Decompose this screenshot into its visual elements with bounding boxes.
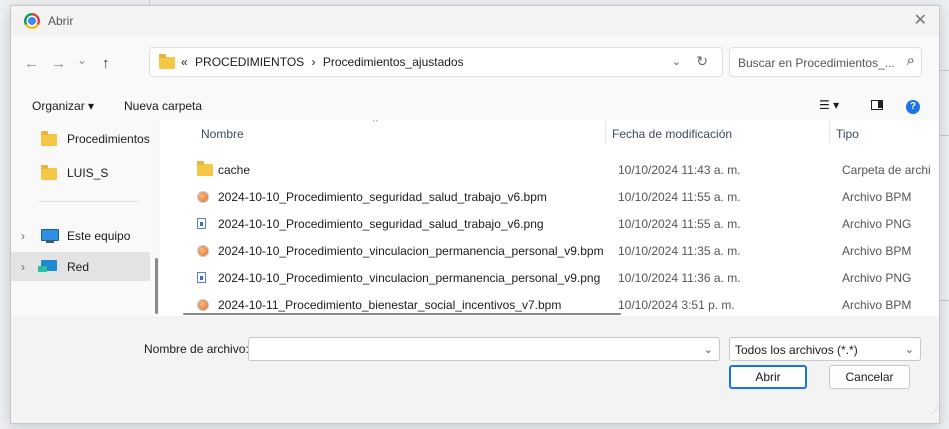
chevron-down-icon[interactable]: ⌄ [672,55,681,68]
cancel-button[interactable]: Cancelar [829,365,910,389]
bpm-file-icon [197,191,209,203]
file-date: 10/10/2024 11:43 a. m. [618,163,741,177]
bpm-file-icon [197,245,209,257]
back-arrow-icon[interactable]: ← [24,56,39,72]
sidebar-item-luis-s[interactable]: LUIS_S [11,158,150,187]
file-type: Carpeta de archi [842,163,931,177]
file-type: Archivo BPM [842,190,912,204]
file-date: 10/10/2024 11:36 a. m. [618,271,741,285]
filename-label: Nombre de archivo: [144,342,249,356]
file-row[interactable]: 2024-10-10_Procedimiento_seguridad_salud… [159,210,939,237]
open-button[interactable]: Abrir [729,365,807,389]
file-name: 2024-10-10_Procedimiento_vinculacion_per… [218,271,601,285]
file-row[interactable]: 2024-10-10_Procedimiento_vinculacion_per… [159,264,939,291]
title-bar: Abrir ✕ [11,6,939,36]
computer-icon [41,229,59,243]
search-placeholder: Buscar en Procedimientos_... [738,56,895,70]
folder-icon [197,161,213,176]
resize-grip-icon[interactable]: ⋰ [931,406,939,415]
preview-pane-icon[interactable] [871,100,883,110]
file-date: 10/10/2024 3:51 p. m. [618,298,735,312]
file-name: 2024-10-10_Procedimiento_vinculacion_per… [218,244,604,258]
column-divider[interactable] [829,122,830,144]
filename-field[interactable]: ⌄ [248,337,720,361]
chrome-icon [24,13,40,29]
file-type-value: Todos los archivos (*.*) [735,343,858,357]
sidebar-item-red[interactable]: › Red [11,252,150,281]
close-button[interactable]: ✕ [914,10,927,30]
sort-ascending-icon: ^ [373,120,378,128]
help-icon[interactable]: ? [906,100,920,114]
network-icon [38,260,57,272]
folder-icon [159,54,175,69]
breadcrumb-separator: › [311,55,316,69]
sidebar-item-procedimientos[interactable]: Procedimientos [11,124,150,153]
sidebar-item-label: LUIS_S [67,166,109,180]
file-type: Archivo PNG [842,271,912,285]
sidebar-scrollbar[interactable] [155,258,158,314]
file-type: Archivo BPM [842,298,912,312]
file-name: 2024-10-10_Procedimiento_seguridad_salud… [218,190,547,204]
sidebar-item-label: Este equipo [67,229,131,243]
breadcrumb-procedimientos-ajustados[interactable]: Procedimientos_ajustados [323,55,464,69]
new-folder-button[interactable]: Nueva carpeta [124,99,202,113]
folder-icon [41,131,57,146]
column-header-date[interactable]: Fecha de modificación [612,127,732,141]
breadcrumb-procedimientos[interactable]: PROCEDIMIENTOS [195,55,304,69]
file-row[interactable]: 2024-10-10_Procedimiento_seguridad_salud… [159,183,939,210]
up-arrow-icon[interactable]: ↑ [102,56,110,72]
column-header-type[interactable]: Tipo [836,127,859,141]
file-name: 2024-10-10_Procedimiento_seguridad_salud… [218,217,544,231]
navigation-bar: ← → ⌄ ↑ « PROCEDIMIENTOS › Procedimiento… [11,36,939,95]
chevron-down-icon: ⌄ [904,344,914,356]
sidebar-item-label: Procedimientos [67,132,150,146]
organize-menu-button[interactable]: Organizar ▾ [32,99,94,113]
file-date: 10/10/2024 11:55 a. m. [618,190,741,204]
refresh-icon[interactable]: ↻ [696,53,708,70]
file-row[interactable]: 2024-10-10_Procedimiento_vinculacion_per… [159,237,939,264]
breadcrumb-overflow[interactable]: « [181,55,188,69]
png-file-icon [197,272,206,283]
window-title: Abrir [48,14,74,28]
horizontal-scrollbar[interactable] [183,313,621,315]
file-name: 2024-10-11_Procedimiento_bienestar_socia… [218,298,562,312]
forward-arrow-icon[interactable]: → [51,56,66,72]
png-file-icon [197,218,206,229]
file-type: Archivo BPM [842,244,912,258]
address-bar[interactable]: « PROCEDIMIENTOS › Procedimientos_ajusta… [149,47,723,77]
open-file-dialog: Abrir ✕ ← → ⌄ ↑ « PROCEDIMIENTOS › Proce… [10,5,940,424]
sidebar-item-label: Red [67,260,90,274]
breadcrumb: « PROCEDIMIENTOS › Procedimientos_ajusta… [181,55,468,69]
chevron-down-icon[interactable]: ⌄ [704,343,713,356]
file-type-select[interactable]: Todos los archivos (*.*) ⌄ [729,337,921,361]
sidebar-divider [39,201,139,202]
expand-chevron-icon[interactable]: › [21,229,25,243]
search-icon: ⌕ [906,52,915,69]
file-date: 10/10/2024 11:35 a. m. [618,244,741,258]
command-bar: Organizar ▾ Nueva carpeta ☰ ▾ ? [11,94,939,120]
navigation-pane: Procedimientos LUIS_S › Este equipo › Re… [11,120,158,316]
expand-chevron-icon[interactable]: › [21,260,25,274]
view-options-icon[interactable]: ☰ ▾ [819,98,839,112]
folder-icon [41,165,57,180]
file-type: Archivo PNG [842,217,912,231]
column-header-row: ^ Nombre Fecha de modificación Tipo [159,120,939,148]
column-divider[interactable] [605,122,606,144]
bpm-file-icon [197,299,209,311]
file-date: 10/10/2024 11:55 a. m. [618,217,741,231]
sidebar-item-este-equipo[interactable]: › Este equipo [11,221,150,250]
file-row[interactable]: cache 10/10/2024 11:43 a. m. Carpeta de … [159,156,939,183]
file-list: ^ Nombre Fecha de modificación Tipo cach… [159,120,939,316]
recent-locations-chevron-icon[interactable]: ⌄ [77,52,87,68]
column-header-name[interactable]: Nombre [201,127,244,141]
search-input[interactable]: Buscar en Procedimientos_... ⌕ [729,47,922,77]
file-name: cache [218,163,251,177]
